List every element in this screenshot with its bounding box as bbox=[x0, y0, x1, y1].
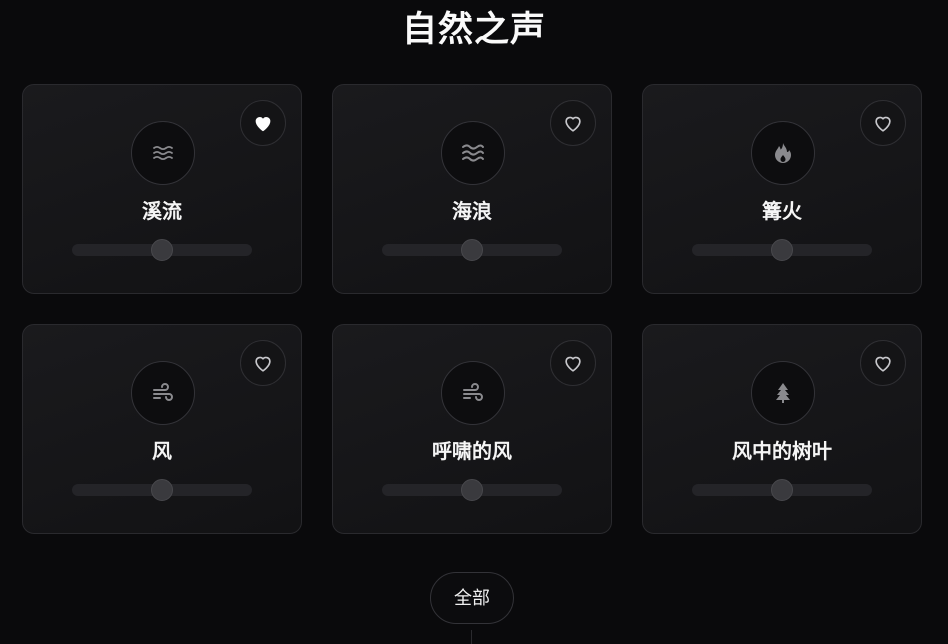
favorite-button[interactable] bbox=[550, 100, 596, 146]
volume-slider[interactable] bbox=[692, 479, 872, 501]
sound-name: 风中的树叶 bbox=[732, 439, 832, 463]
flame-icon bbox=[771, 141, 795, 165]
sound-icon-badge bbox=[751, 121, 815, 185]
volume-slider-thumb[interactable] bbox=[151, 239, 173, 261]
tree-icon bbox=[771, 381, 795, 405]
sound-icon-badge bbox=[441, 361, 505, 425]
heart-outline-icon bbox=[562, 352, 584, 374]
sound-card: 风 bbox=[22, 324, 302, 534]
volume-slider-thumb[interactable] bbox=[461, 239, 483, 261]
sound-card: 篝火 bbox=[642, 84, 922, 294]
volume-slider[interactable] bbox=[382, 239, 562, 261]
sound-name: 溪流 bbox=[142, 199, 182, 223]
volume-slider[interactable] bbox=[692, 239, 872, 261]
wind-icon bbox=[461, 381, 485, 405]
heart-outline-icon bbox=[562, 112, 584, 134]
volume-slider[interactable] bbox=[72, 239, 252, 261]
sound-mixer-page: 自然之声 溪流 海浪 篝火风 呼啸的风 风中的树叶 全部 bbox=[0, 0, 948, 644]
sound-card: 溪流 bbox=[22, 84, 302, 294]
water-icon bbox=[151, 141, 175, 165]
waves-icon bbox=[461, 141, 485, 165]
volume-slider-thumb[interactable] bbox=[461, 479, 483, 501]
volume-slider[interactable] bbox=[72, 479, 252, 501]
volume-slider-thumb[interactable] bbox=[151, 479, 173, 501]
heart-outline-icon bbox=[872, 352, 894, 374]
sound-name: 篝火 bbox=[762, 199, 802, 223]
sound-card: 海浪 bbox=[332, 84, 612, 294]
favorite-button[interactable] bbox=[860, 100, 906, 146]
volume-slider-thumb[interactable] bbox=[771, 239, 793, 261]
all-button[interactable]: 全部 bbox=[430, 572, 514, 624]
sound-icon-badge bbox=[441, 121, 505, 185]
favorite-button-active[interactable] bbox=[240, 100, 286, 146]
sound-card: 风中的树叶 bbox=[642, 324, 922, 534]
sound-name: 风 bbox=[152, 439, 172, 463]
heart-outline-icon bbox=[252, 352, 274, 374]
sound-name: 海浪 bbox=[452, 199, 492, 223]
page-title: 自然之声 bbox=[401, 9, 546, 50]
volume-slider[interactable] bbox=[382, 479, 562, 501]
sound-icon-badge bbox=[751, 361, 815, 425]
wind-icon bbox=[151, 381, 175, 405]
divider bbox=[471, 630, 472, 644]
sound-icon-badge bbox=[131, 121, 195, 185]
favorite-button[interactable] bbox=[860, 340, 906, 386]
favorite-button[interactable] bbox=[550, 340, 596, 386]
heart-filled-icon bbox=[252, 112, 274, 134]
favorite-button[interactable] bbox=[240, 340, 286, 386]
heart-outline-icon bbox=[872, 112, 894, 134]
sound-name: 呼啸的风 bbox=[432, 439, 512, 463]
sound-card: 呼啸的风 bbox=[332, 324, 612, 534]
sound-icon-badge bbox=[131, 361, 195, 425]
volume-slider-thumb[interactable] bbox=[771, 479, 793, 501]
